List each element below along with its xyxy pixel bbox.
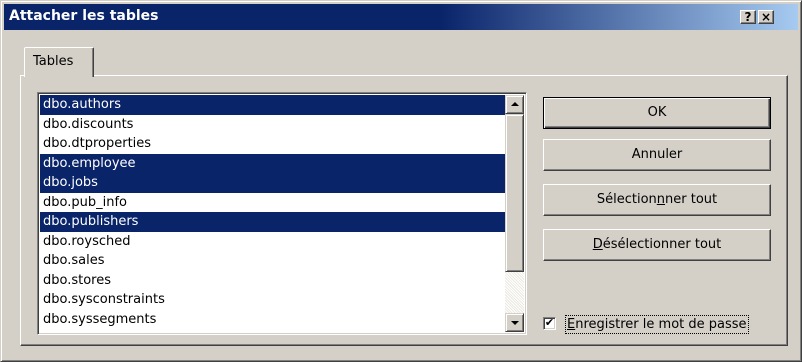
arrow-up-icon	[511, 102, 519, 106]
select-all-label-pre: Sélection	[596, 192, 657, 207]
list-item[interactable]: dbo.sysconstraints	[40, 290, 505, 310]
checkmark-icon: ✔	[544, 316, 555, 329]
tab-tables[interactable]: Tables	[24, 47, 94, 77]
list-item[interactable]: dbo.jobs	[40, 173, 505, 193]
list-item[interactable]: dbo.sales	[40, 251, 505, 271]
deselect-all-button[interactable]: Désélectionner tout	[543, 229, 771, 261]
help-button[interactable]: ?	[740, 10, 756, 24]
select-all-mnemonic: n	[656, 192, 666, 207]
attach-tables-dialog: Attacher les tables ? × Tables dbo.autho…	[0, 0, 802, 362]
save-password-label[interactable]: Enregistrer le mot de passe	[565, 315, 749, 334]
select-all-button[interactable]: Sélectionnner tout	[543, 184, 771, 216]
deselect-all-mnemonic: D	[592, 237, 603, 252]
list-item[interactable]: dbo.roysched	[40, 232, 505, 252]
tables-list-items: dbo.authors dbo.discounts dbo.dtproperti…	[40, 95, 505, 329]
list-item[interactable]: dbo.publishers	[40, 212, 505, 232]
save-password-label-post: nregistrer le mot de passe	[575, 317, 747, 332]
deselect-all-label-post: ésélectionner tout	[602, 237, 722, 252]
close-button[interactable]: ×	[758, 10, 774, 24]
ok-button[interactable]: OK	[543, 97, 771, 129]
scroll-thumb[interactable]	[505, 114, 524, 272]
list-item[interactable]: dbo.syssegments	[40, 310, 505, 330]
select-all-label-post: ner tout	[665, 192, 718, 207]
list-item[interactable]: dbo.employee	[40, 153, 505, 173]
tab-tables-label: Tables	[33, 54, 74, 69]
arrow-down-icon	[511, 321, 519, 325]
scroll-up-button[interactable]	[505, 95, 524, 114]
list-item[interactable]: dbo.stores	[40, 271, 505, 291]
window-title: Attacher les tables	[9, 8, 159, 24]
title-bar[interactable]: Attacher les tables ? ×	[4, 4, 798, 30]
cancel-button[interactable]: Annuler	[543, 139, 771, 171]
list-item[interactable]: dbo.dtproperties	[40, 134, 505, 154]
save-password-mnemonic: E	[567, 317, 576, 332]
list-scrollbar[interactable]	[505, 95, 524, 332]
save-password-checkbox[interactable]: ✔	[543, 317, 556, 330]
list-item[interactable]: dbo.discounts	[40, 115, 505, 135]
tables-listbox[interactable]: dbo.authors dbo.discounts dbo.dtproperti…	[37, 92, 527, 335]
list-item[interactable]: dbo.authors	[40, 95, 505, 115]
list-item[interactable]: dbo.pub_info	[40, 193, 505, 213]
scroll-down-button[interactable]	[505, 313, 524, 332]
